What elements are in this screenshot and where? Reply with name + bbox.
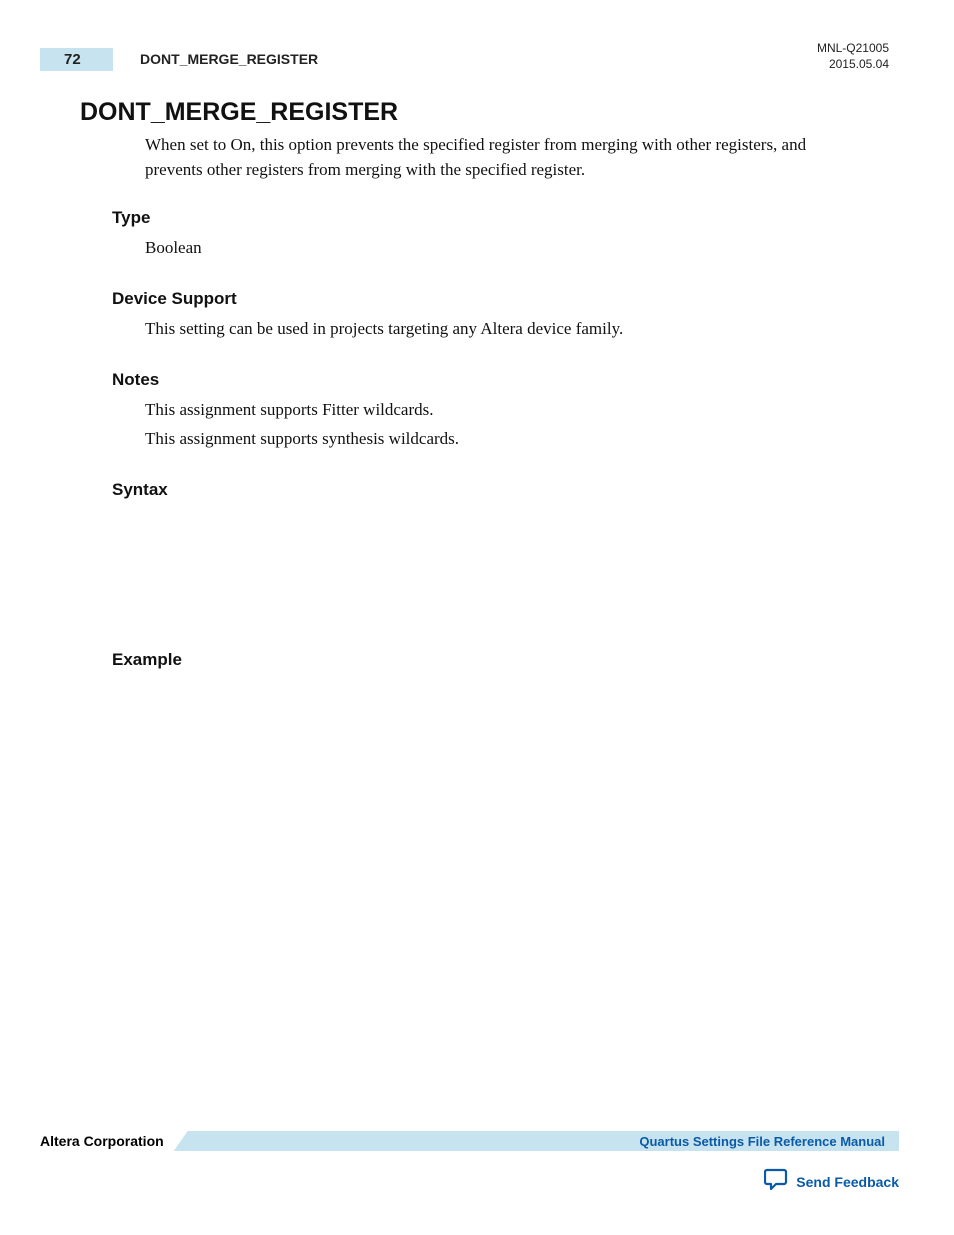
section-example-heading: Example <box>112 650 899 670</box>
section-notes-text: This assignment supports Fitter wildcard… <box>145 396 844 454</box>
section-type-text: Boolean <box>145 234 844 263</box>
notes-line-2: This assignment supports synthesis wildc… <box>145 425 844 454</box>
speech-bubble-icon[interactable] <box>764 1168 788 1195</box>
manual-link[interactable]: Quartus Settings File Reference Manual <box>639 1134 885 1149</box>
section-syntax-heading: Syntax <box>112 480 899 500</box>
section-device-support-heading: Device Support <box>112 289 899 309</box>
footer-bar: Quartus Settings File Reference Manual <box>174 1131 899 1151</box>
page-footer: Altera Corporation Quartus Settings File… <box>40 1128 899 1195</box>
footer-company: Altera Corporation <box>40 1133 174 1149</box>
doc-meta: MNL-Q21005 2015.05.04 <box>817 40 889 72</box>
intro-paragraph: When set to On, this option prevents the… <box>145 133 844 182</box>
section-device-support-text: This setting can be used in projects tar… <box>145 315 844 344</box>
page-title: DONT_MERGE_REGISTER <box>80 98 899 127</box>
page-number-tab: 72 <box>40 48 113 71</box>
feedback-row: Send Feedback <box>40 1168 899 1195</box>
doc-id: MNL-Q21005 <box>817 40 889 56</box>
doc-date: 2015.05.04 <box>817 56 889 72</box>
document-page: 72 DONT_MERGE_REGISTER MNL-Q21005 2015.0… <box>0 0 954 1235</box>
page-header: 72 DONT_MERGE_REGISTER MNL-Q21005 2015.0… <box>40 40 899 80</box>
section-type-heading: Type <box>112 208 899 228</box>
footer-row: Altera Corporation Quartus Settings File… <box>40 1128 899 1154</box>
section-notes-heading: Notes <box>112 370 899 390</box>
header-title: DONT_MERGE_REGISTER <box>140 51 318 67</box>
send-feedback-link[interactable]: Send Feedback <box>796 1174 899 1190</box>
notes-line-1: This assignment supports Fitter wildcard… <box>145 396 844 425</box>
